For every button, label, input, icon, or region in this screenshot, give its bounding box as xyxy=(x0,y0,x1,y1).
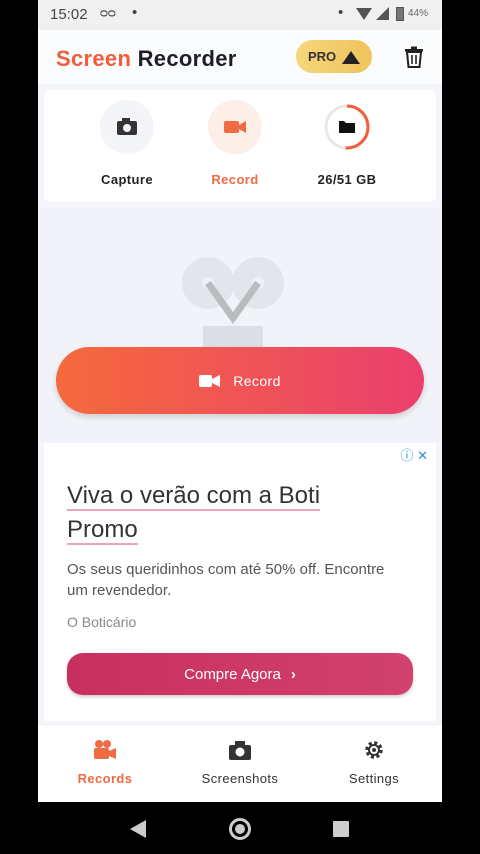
pro-label: PRO xyxy=(308,49,337,64)
app-title-part1: Screen xyxy=(56,46,132,71)
nav-settings[interactable]: Settings xyxy=(314,739,434,786)
storage-progress-ring xyxy=(324,104,370,150)
pro-upgrade-button[interactable]: PRO xyxy=(296,40,372,73)
bottom-navigation: Records Screenshots Settings xyxy=(38,724,442,802)
battery-icon xyxy=(396,7,404,21)
record-icon-circle xyxy=(208,100,262,154)
wifi-icon xyxy=(356,8,372,20)
record-button-label: Record xyxy=(233,372,281,389)
quick-actions-card: Capture Record 26/51 GB xyxy=(44,90,436,202)
video-camera-icon xyxy=(224,121,246,133)
record-button[interactable]: Record xyxy=(56,347,424,414)
notification-dot-icon: • xyxy=(132,4,138,21)
crown-icon xyxy=(342,50,361,64)
back-icon[interactable] xyxy=(130,820,146,838)
ad-advertiser: O Boticário xyxy=(67,614,137,630)
screen: 15:02 ᴑᴑ • • 44% Screen Recorder PRO Cap… xyxy=(0,0,480,854)
app-title-part2: Recorder xyxy=(137,46,237,71)
system-navigation-bar xyxy=(0,802,480,854)
recent-apps-icon[interactable] xyxy=(333,821,349,837)
video-camera-icon xyxy=(199,374,221,388)
notification-dot-icon: • xyxy=(338,4,344,21)
storage-ring xyxy=(320,100,374,154)
ad-headline[interactable]: Viva o verão com a Boti Promo xyxy=(67,479,397,547)
storage-label: 26/51 GB xyxy=(317,172,377,187)
capture-icon-circle xyxy=(100,100,154,154)
capture-button[interactable]: Capture xyxy=(72,100,182,187)
nav-records[interactable]: Records xyxy=(45,739,165,786)
app-window: 15:02 ᴑᴑ • • 44% Screen Recorder PRO Cap… xyxy=(38,0,442,802)
nav-screenshots-label: Screenshots xyxy=(201,771,279,786)
ad-body-text: Os seus queridinhos com até 50% off. Enc… xyxy=(67,561,385,599)
app-title: Screen Recorder xyxy=(56,46,237,72)
signal-icon xyxy=(376,7,389,20)
ad-banner[interactable]: ⓘ ✕ Viva o verão com a Boti Promo Os seu… xyxy=(44,443,436,721)
trash-icon[interactable] xyxy=(404,46,424,68)
record-tab-button[interactable]: Record xyxy=(180,100,290,187)
folder-icon xyxy=(339,121,355,133)
film-projector-illustration xyxy=(178,248,288,358)
home-icon[interactable] xyxy=(229,818,251,840)
nav-records-label: Records xyxy=(77,771,133,786)
nav-screenshots[interactable]: Screenshots xyxy=(180,739,300,786)
empty-state-text xyxy=(38,420,442,428)
battery-percent: 44% xyxy=(408,8,429,19)
ad-cta-label: Compre Agora xyxy=(184,665,281,683)
capture-label: Capture xyxy=(101,172,153,187)
chevron-right-icon: › xyxy=(290,665,296,683)
voicemail-icon: ᴑᴑ xyxy=(100,5,116,20)
ad-choices-icon[interactable]: ⓘ ✕ xyxy=(400,445,428,464)
nav-settings-label: Settings xyxy=(348,771,400,786)
gear-icon xyxy=(362,739,386,761)
app-header: Screen Recorder PRO xyxy=(38,30,442,84)
status-time: 15:02 xyxy=(50,6,88,23)
video-camera-icon xyxy=(93,739,117,761)
ad-cta-button[interactable]: Compre Agora › xyxy=(67,653,413,695)
camera-icon xyxy=(228,739,252,761)
record-label: Record xyxy=(211,172,259,187)
storage-button[interactable]: 26/51 GB xyxy=(292,100,402,187)
camera-icon xyxy=(117,118,137,135)
status-bar: 15:02 ᴑᴑ • • 44% xyxy=(38,0,442,30)
